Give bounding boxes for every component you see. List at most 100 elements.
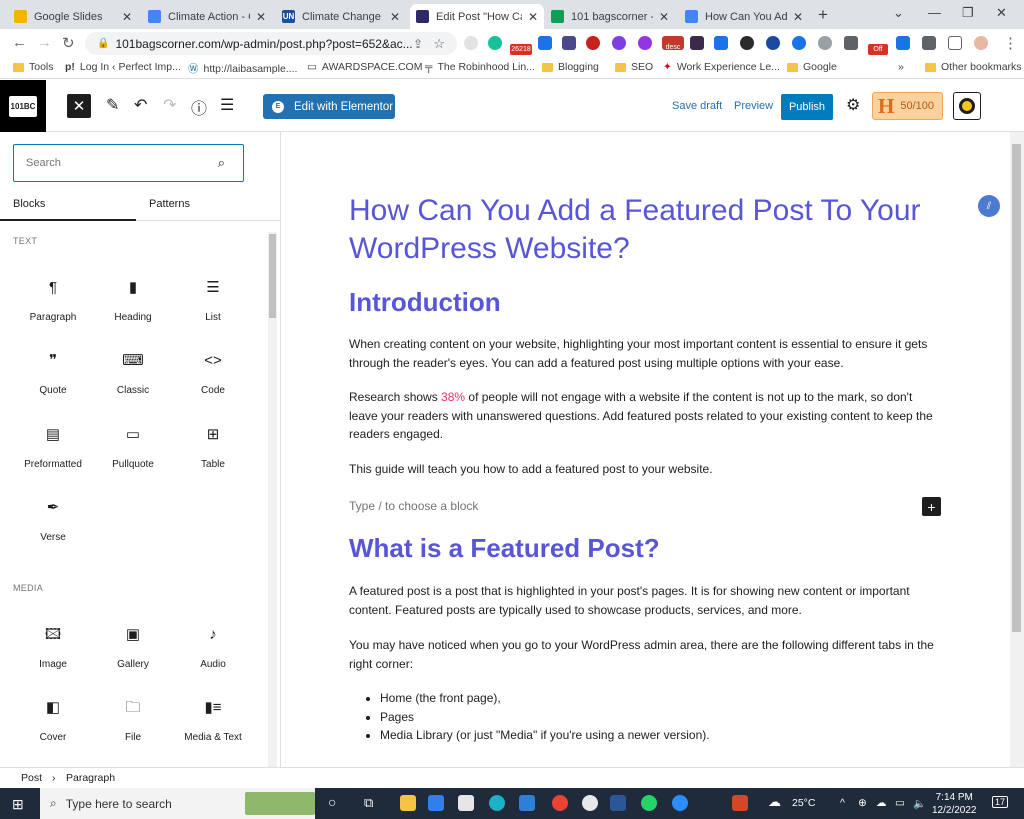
extension-icon[interactable]: [464, 36, 478, 50]
store-icon[interactable]: [458, 795, 474, 811]
close-icon[interactable]: ✕: [659, 10, 669, 24]
block-list[interactable]: ☰ List: [173, 277, 253, 323]
post-title[interactable]: How Can You Add a Featured Post To Your …: [349, 192, 949, 268]
block-classic[interactable]: ⌨ Classic: [93, 350, 173, 396]
side-panel-icon[interactable]: [948, 36, 962, 50]
pencil-icon[interactable]: ✎: [106, 95, 119, 115]
mail-icon[interactable]: [519, 795, 535, 811]
cortana-icon[interactable]: ○: [328, 794, 336, 810]
back-button[interactable]: ←: [12, 34, 27, 51]
block-quote[interactable]: ❞ Quote: [13, 350, 93, 396]
tab-blocks[interactable]: Blocks: [13, 198, 45, 210]
bookmarks-overflow[interactable]: »: [898, 61, 904, 73]
grammar-button[interactable]: [953, 92, 981, 120]
block-gallery[interactable]: ▣ Gallery: [93, 624, 173, 670]
chrome-icon[interactable]: [552, 795, 568, 811]
breadcrumb-post[interactable]: Post: [21, 772, 42, 784]
empty-block-placeholder[interactable]: Type / to choose a block: [349, 499, 478, 513]
extension-badge[interactable]: 26218: [510, 44, 532, 55]
bookmark-robinhood[interactable]: ╤ The Robinhood Lin...: [425, 61, 535, 73]
statistic-link[interactable]: 38%: [441, 390, 465, 404]
editor-scrollbar[interactable]: [1010, 132, 1024, 767]
puzzle-icon[interactable]: [922, 36, 936, 50]
info-icon[interactable]: ⓘ: [191, 95, 207, 119]
tab-google-slides[interactable]: Google Slides ✕: [8, 4, 138, 29]
bookmark-google[interactable]: Google: [787, 61, 837, 73]
bookmark-laibasample[interactable]: Ⓦhttp://laibasample....: [188, 61, 297, 76]
temperature[interactable]: 25°C: [792, 797, 815, 809]
paragraph-intro-3[interactable]: This guide will teach you how to add a f…: [349, 460, 939, 479]
bookmark-blogging[interactable]: Blogging: [542, 61, 599, 73]
bookmark-other[interactable]: Other bookmarks: [925, 61, 1022, 73]
extension-icon[interactable]: [792, 36, 806, 50]
weather-icon[interactable]: ☁: [768, 794, 781, 810]
block-table[interactable]: ⊞ Table: [173, 424, 253, 470]
share-icon[interactable]: ⇪: [413, 37, 423, 51]
tab-how-can-you-add[interactable]: How Can You Add a ✕: [679, 4, 809, 29]
close-icon[interactable]: ✕: [390, 10, 400, 24]
bookmark-perfect-imp[interactable]: p! Log In ‹ Perfect Imp...: [65, 61, 181, 73]
publish-button[interactable]: Publish: [781, 94, 833, 120]
bookmark-tools[interactable]: Tools: [13, 61, 54, 73]
notion-icon[interactable]: [896, 36, 910, 50]
windows-start-icon[interactable]: ⊞: [12, 796, 24, 813]
block-code[interactable]: <> Code: [173, 350, 253, 396]
chevron-down-icon[interactable]: ⌄: [893, 5, 904, 21]
scrollbar-thumb[interactable]: [269, 234, 276, 318]
heading-introduction[interactable]: Introduction: [349, 287, 501, 318]
extension-icon[interactable]: [766, 36, 780, 50]
file-explorer-icon[interactable]: [400, 795, 416, 811]
paragraph-featured-2[interactable]: You may have noticed when you go to your…: [349, 636, 939, 673]
add-block-button[interactable]: +: [922, 497, 941, 516]
extension-badge[interactable]: Off: [868, 44, 888, 55]
notification-badge[interactable]: 17: [992, 796, 1009, 808]
volume-icon[interactable]: 🔈: [913, 797, 926, 810]
edge-icon[interactable]: [489, 795, 505, 811]
extension-icon[interactable]: [690, 36, 704, 50]
block-media-text[interactable]: ▮≡ Media & Text: [173, 697, 253, 743]
word-icon[interactable]: [610, 795, 626, 811]
extension-icon[interactable]: [740, 36, 754, 50]
powerpoint-icon[interactable]: [732, 795, 748, 811]
grammarly-icon[interactable]: [488, 36, 502, 50]
list-view-icon[interactable]: ☰: [220, 95, 234, 115]
tab-edit-post[interactable]: Edit Post "How Can ✕: [410, 4, 544, 29]
tab-101-bagscorner[interactable]: 101 bagscorner - G ✕: [545, 4, 675, 29]
block-file[interactable]: 🗀 File: [93, 697, 173, 743]
new-tab-button[interactable]: +: [818, 5, 828, 25]
tab-patterns[interactable]: Patterns: [149, 198, 190, 210]
paragraph-intro-2[interactable]: Research shows 38% of people will not en…: [349, 388, 939, 444]
bookmark-seo[interactable]: SEO: [615, 61, 653, 73]
vscode-icon[interactable]: [428, 795, 444, 811]
paragraph-intro-1[interactable]: When creating content on your website, h…: [349, 335, 939, 372]
bookmark-star-icon[interactable]: ☆: [433, 36, 445, 52]
save-draft-button[interactable]: Save draft: [672, 100, 722, 112]
chevron-up-icon[interactable]: ^: [840, 797, 845, 809]
block-pullquote[interactable]: ▭ Pullquote: [93, 424, 173, 470]
seo-score-badge[interactable]: H 50/100: [872, 92, 943, 120]
close-icon[interactable]: ✕: [528, 10, 538, 24]
extension-icon[interactable]: [638, 36, 652, 50]
inserter-scrollbar[interactable]: [268, 232, 277, 767]
restore-button[interactable]: ❐: [962, 5, 974, 21]
close-icon[interactable]: ✕: [256, 10, 266, 24]
extension-icon[interactable]: [714, 36, 728, 50]
network-icon[interactable]: ▭: [895, 797, 905, 809]
block-audio[interactable]: ♪ Audio: [173, 624, 253, 670]
extension-icon[interactable]: [586, 36, 600, 50]
admin-tabs-list[interactable]: Home (the front page), Pages Media Libra…: [380, 689, 710, 745]
edit-with-elementor-button[interactable]: E Edit with Elementor: [263, 94, 395, 119]
assistant-widget-icon[interactable]: ⫽: [978, 195, 1000, 217]
system-clock[interactable]: 7:14 PM 12/2/2022: [932, 791, 977, 817]
search-input[interactable]: [26, 157, 206, 169]
url-field[interactable]: 🔒 101bagscorner.com/wp-admin/post.php?po…: [85, 32, 457, 55]
redo-icon[interactable]: ↷: [163, 95, 176, 115]
bookmark-awardspace[interactable]: ▭ AWARDSPACE.COM: [307, 61, 422, 73]
forward-button[interactable]: →: [37, 34, 52, 51]
extension-icon[interactable]: [562, 36, 576, 50]
scrollbar-thumb[interactable]: [1012, 144, 1021, 632]
extension-icon[interactable]: [844, 36, 858, 50]
tab-climate-action[interactable]: Climate Action - Go ✕: [142, 4, 272, 29]
onedrive-icon[interactable]: ☁: [876, 797, 887, 809]
avatar[interactable]: [974, 36, 988, 50]
